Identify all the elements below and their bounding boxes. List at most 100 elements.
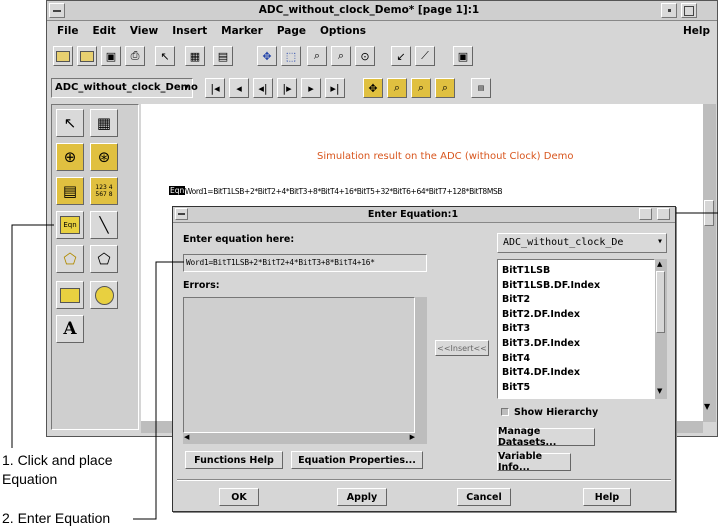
equation-prompt-label: Enter equation here: — [183, 234, 295, 245]
zoom-region-icon[interactable]: ⌕ — [387, 78, 407, 98]
canvas-vertical-scrollbar[interactable]: ▼ — [703, 104, 716, 422]
list-item[interactable]: BitT1LSB — [498, 264, 654, 279]
zoom-out-icon[interactable]: ⌕ — [331, 46, 351, 66]
list-item[interactable]: BitT3 — [498, 322, 654, 337]
save-icon[interactable]: ▣ — [101, 46, 121, 66]
list-item[interactable]: BitT5 — [498, 381, 654, 396]
dataset-dropdown-value: ADC_without_clock_Demo — [55, 82, 198, 93]
show-hierarchy-label: Show Hierarchy — [514, 407, 599, 418]
list-item[interactable]: BitT4.DF.Index — [498, 366, 654, 381]
palette-polygon-icon[interactable]: ⬠ — [90, 245, 118, 273]
next-page-icon[interactable]: ▸ — [301, 78, 321, 98]
palette-polyline-icon[interactable]: ⬠ — [56, 245, 84, 273]
marker-icon[interactable]: ↙ — [391, 46, 411, 66]
calculator-icon[interactable]: ▦ — [185, 46, 205, 66]
variable-scroll-thumb[interactable] — [656, 271, 665, 333]
dialog-divider — [177, 479, 671, 481]
forward-icon[interactable]: |▸ — [277, 78, 297, 98]
palette-smith-chart-icon[interactable]: ⊛ — [90, 143, 118, 171]
errors-vertical-scrollbar[interactable] — [415, 297, 427, 433]
print-icon[interactable]: ⎙ — [125, 46, 145, 66]
menu-page[interactable]: Page — [277, 25, 306, 37]
new-file-icon[interactable] — [53, 46, 73, 66]
scroll-down-icon[interactable]: ▼ — [657, 387, 662, 395]
errors-horizontal-scrollbar[interactable]: ◀ ▶ — [183, 433, 427, 444]
rewind-icon[interactable]: ◂| — [253, 78, 273, 98]
plot-title: Simulation result on the ADC (without Cl… — [317, 151, 574, 162]
data-display-icon[interactable]: ▤ — [471, 78, 491, 98]
list-item[interactable]: BitT2.DF.Index — [498, 308, 654, 323]
zoom-box-icon[interactable]: ⬚ — [281, 46, 301, 66]
scroll-right-icon[interactable]: ▶ — [410, 433, 415, 441]
title-bar: ADC_without_clock_Demo* [page 1]:1 — [47, 1, 717, 21]
maximize-button[interactable] — [681, 3, 697, 18]
apply-button[interactable]: Apply — [337, 488, 387, 506]
scroll-left-icon[interactable]: ◀ — [184, 433, 189, 441]
dialog-menu-button[interactable] — [175, 208, 188, 220]
palette-rectangle-icon[interactable] — [56, 281, 84, 309]
canvas-scroll-down-icon[interactable]: ▼ — [704, 402, 710, 411]
page-icon[interactable]: ▤ — [213, 46, 233, 66]
show-hierarchy-checkbox[interactable] — [501, 408, 509, 416]
menu-marker[interactable]: Marker — [221, 25, 263, 37]
cancel-button[interactable]: Cancel — [457, 488, 511, 506]
palette-list-icon[interactable]: ▤ — [56, 177, 84, 205]
list-item[interactable]: BitT4 — [498, 352, 654, 367]
palette-line-icon[interactable]: ╲ — [90, 211, 118, 239]
equation-input[interactable]: Word1=BitT1LSB+2*BitT2+4*BitT3+8*BitT4+1… — [183, 254, 427, 272]
list-item[interactable]: BitT3.DF.Index — [498, 337, 654, 352]
functions-help-button[interactable]: Functions Help — [185, 451, 283, 469]
dataset-dropdown[interactable]: ADC_without_clock_Demo ▾ — [51, 78, 198, 98]
open-folder-icon[interactable] — [77, 46, 97, 66]
prev-page-icon[interactable]: ◂ — [229, 78, 249, 98]
equation-badge: Eqn — [169, 186, 186, 195]
variable-info-button[interactable]: Variable Info... — [497, 451, 571, 473]
menu-help[interactable]: Help — [683, 25, 710, 37]
annotation-step-2: 2. Enter Equation — [2, 510, 111, 526]
window-menu-button[interactable] — [49, 3, 65, 18]
menu-options[interactable]: Options — [320, 25, 366, 37]
move-icon[interactable]: ✥ — [257, 46, 277, 66]
variable-list[interactable]: BitT1LSB BitT1LSB.DF.Index BitT2 BitT2.D… — [497, 259, 655, 399]
line-marker-icon[interactable]: ⟋ — [415, 46, 435, 66]
list-item[interactable]: BitT1LSB.DF.Index — [498, 279, 654, 294]
minimize-button[interactable] — [661, 3, 677, 18]
scroll-up-icon[interactable]: ▲ — [657, 260, 662, 268]
zoom-minus-icon[interactable]: ⌕ — [435, 78, 455, 98]
select-arrow-icon[interactable]: ↖ — [155, 46, 175, 66]
palette-rectangular-plot-icon[interactable]: ▦ — [90, 109, 118, 137]
manage-datasets-button[interactable]: Manage Datasets... — [497, 426, 595, 448]
menu-insert[interactable]: Insert — [172, 25, 207, 37]
palette-panel: ↖ ▦ ⊕ ⊛ ▤ 123 4 567 8 Eqn ╲ ⬠ ⬠ A — [51, 104, 139, 430]
ok-button[interactable]: OK — [219, 488, 259, 506]
menu-file[interactable]: File — [57, 25, 79, 37]
help-button[interactable]: Help — [583, 488, 631, 506]
palette-text-tool-icon[interactable]: A — [56, 315, 84, 343]
dialog-minimize-button[interactable] — [639, 208, 652, 220]
zoom-fit-icon[interactable]: ⊙ — [355, 46, 375, 66]
palette-stack-grid-icon[interactable]: 123 4 567 8 — [90, 177, 118, 205]
equation-properties-button[interactable]: Equation Properties... — [291, 451, 423, 469]
dialog-title-bar: Enter Equation:1 — [173, 207, 675, 223]
palette-select-arrow-icon[interactable]: ↖ — [56, 109, 84, 137]
dialog-maximize-button[interactable] — [657, 208, 670, 220]
menu-edit[interactable]: Edit — [93, 25, 116, 37]
errors-textarea[interactable] — [183, 297, 415, 433]
dialog-dataset-select[interactable]: ADC_without_clock_De ▾ — [497, 233, 667, 253]
palette-polar-plot-icon[interactable]: ⊕ — [56, 143, 84, 171]
palette-ellipse-icon[interactable] — [90, 281, 118, 309]
canvas-scroll-thumb[interactable] — [704, 200, 714, 226]
menu-view[interactable]: View — [130, 25, 158, 37]
equation-text: Word1=BitT1LSB+2*BitT2+4*BitT3+8*BitT4+1… — [185, 187, 503, 196]
pan-icon[interactable]: ✥ — [363, 78, 383, 98]
last-page-icon[interactable]: ▸| — [325, 78, 345, 98]
toolbar-main: ▣ ⎙ ↖ ▦ ▤ ✥ ⬚ ⌕ ⌕ ⊙ ↙ ⟋ ▣ — [51, 46, 711, 70]
variable-list-scrollbar[interactable]: ▲ ▼ — [655, 259, 667, 399]
palette-equation-tool-icon[interactable]: Eqn — [56, 211, 84, 239]
first-page-icon[interactable]: |◂ — [205, 78, 225, 98]
window-icon[interactable]: ▣ — [453, 46, 473, 66]
list-item[interactable]: BitT2 — [498, 293, 654, 308]
zoom-plus-icon[interactable]: ⌕ — [411, 78, 431, 98]
insert-button[interactable]: <<Insert<< — [435, 340, 489, 356]
zoom-in-icon[interactable]: ⌕ — [307, 46, 327, 66]
